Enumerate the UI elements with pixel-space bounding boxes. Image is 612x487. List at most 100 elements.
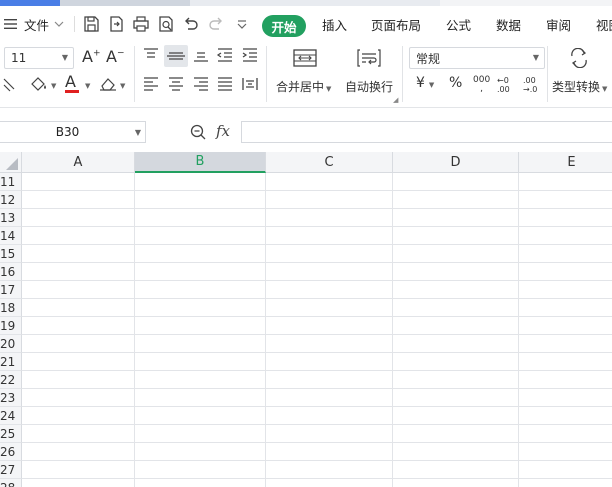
tab-review[interactable]: 审阅: [546, 6, 571, 42]
row-header[interactable]: 16: [0, 263, 22, 281]
row-gridline: [22, 352, 612, 353]
customize-toolbar-icon[interactable]: [233, 15, 251, 33]
row-header[interactable]: 18: [0, 299, 22, 317]
chevron-down-icon[interactable]: ▼: [120, 82, 125, 90]
formula-input[interactable]: [241, 121, 612, 143]
align-left-icon[interactable]: [142, 76, 160, 92]
redo-icon[interactable]: [207, 15, 225, 33]
type-convert-button[interactable]: 类型转换 ▼: [552, 78, 607, 95]
align-bottom-icon[interactable]: [192, 47, 210, 63]
column-header-b[interactable]: B: [135, 152, 266, 173]
row-header[interactable]: 23: [0, 389, 22, 407]
row-header[interactable]: 22: [0, 371, 22, 389]
select-all-icon: [6, 158, 18, 170]
align-top-icon[interactable]: [142, 47, 160, 63]
merge-center-button[interactable]: 合并居中 ▼: [276, 78, 331, 95]
column-header-e[interactable]: E: [519, 152, 612, 173]
save-icon[interactable]: [82, 15, 100, 33]
divider: [74, 16, 75, 32]
row-header[interactable]: 21: [0, 353, 22, 371]
tab-formulas[interactable]: 公式: [446, 6, 471, 42]
clear-format-icon[interactable]: [98, 76, 118, 92]
row-header[interactable]: 14: [0, 227, 22, 245]
row-header[interactable]: 27: [0, 461, 22, 479]
row-gridline: [22, 334, 612, 335]
number-format-value: 常规: [416, 51, 441, 66]
align-center-icon[interactable]: [167, 76, 185, 92]
wrap-text-button[interactable]: 自动换行: [345, 78, 393, 95]
chevron-down-icon: ▼: [532, 53, 539, 62]
tab-home[interactable]: 开始: [262, 15, 306, 37]
ribbon-toolbar: 11 ▼ A+ A− ▼ A ▼ ▼ 合并居中 ▼ 自动换行 ◢ 常规 ▼ ¥ …: [0, 42, 612, 108]
row-header[interactable]: 15: [0, 245, 22, 263]
row-gridline: [22, 388, 612, 389]
row-header[interactable]: 17: [0, 281, 22, 299]
increase-decimal-icon[interactable]: ←0.00: [497, 76, 510, 94]
align-middle-button[interactable]: [164, 45, 188, 67]
font-size-select[interactable]: 11 ▼: [4, 47, 74, 69]
wrap-text-icon[interactable]: [356, 48, 382, 68]
file-menu[interactable]: 文件: [4, 6, 64, 42]
print-icon[interactable]: [132, 15, 150, 33]
row-header[interactable]: 13: [0, 209, 22, 227]
percent-button[interactable]: %: [449, 75, 462, 91]
chevron-down-icon: ▼: [61, 53, 68, 62]
decrease-decimal-icon[interactable]: .00 →.0: [523, 76, 537, 94]
increase-indent-icon[interactable]: [241, 47, 259, 63]
print-preview-icon[interactable]: [157, 15, 175, 33]
font-size-value: 11: [11, 51, 27, 65]
tab-data[interactable]: 数据: [496, 6, 521, 42]
merge-center-icon[interactable]: [292, 48, 318, 68]
tab-view[interactable]: 视图: [596, 6, 612, 42]
currency-format-button[interactable]: ¥ ▼: [416, 75, 434, 91]
row-header[interactable]: 20: [0, 335, 22, 353]
align-right-icon[interactable]: [192, 76, 210, 92]
tab-page-layout[interactable]: 页面布局: [371, 6, 421, 42]
hamburger-icon: [4, 19, 17, 29]
border-icon[interactable]: [2, 75, 16, 93]
distributed-align-icon[interactable]: [241, 76, 259, 92]
thousands-separator-button[interactable]: 000,: [473, 76, 490, 94]
column-header-d[interactable]: D: [393, 152, 519, 173]
row-header[interactable]: 12: [0, 191, 22, 209]
decrease-font-icon[interactable]: A−: [106, 47, 125, 66]
chevron-down-icon[interactable]: ▼: [85, 82, 90, 90]
file-menu-label: 文件: [24, 17, 50, 33]
number-format-select[interactable]: 常规 ▼: [409, 47, 545, 69]
tab-insert[interactable]: 插入: [322, 6, 347, 42]
row-header[interactable]: 28: [0, 479, 22, 487]
spreadsheet-grid: A B C D E 11 12 13 14 15 16 17 18 19 20 21 22 23 24 25…: [0, 152, 612, 487]
row-gridline: [22, 406, 612, 407]
column-gridline: [134, 173, 135, 487]
row-header[interactable]: 19: [0, 317, 22, 335]
export-pdf-icon[interactable]: [107, 15, 125, 33]
name-box[interactable]: B30 ▼: [0, 121, 146, 143]
cell-reference: B30: [55, 125, 80, 139]
formula-bar: B30 ▼ fx: [0, 115, 612, 149]
align-middle-icon: [167, 52, 185, 60]
zoom-function-icon[interactable]: [189, 123, 207, 141]
undo-icon[interactable]: [182, 15, 200, 33]
column-gridline: [518, 173, 519, 487]
row-header[interactable]: 25: [0, 425, 22, 443]
type-convert-icon[interactable]: [568, 48, 590, 68]
chevron-down-icon: ▼: [326, 85, 332, 93]
decrease-indent-icon[interactable]: [216, 47, 234, 63]
merge-center-label: 合并居中: [276, 80, 325, 94]
alignment-settings-icon[interactable]: ◢: [393, 96, 398, 104]
chevron-down-icon[interactable]: ▼: [51, 82, 56, 90]
row-header[interactable]: 26: [0, 443, 22, 461]
column-header-a[interactable]: A: [22, 152, 135, 173]
select-all-corner[interactable]: [0, 152, 22, 173]
row-gridline: [22, 262, 612, 263]
font-color-icon[interactable]: A: [65, 72, 76, 91]
row-header[interactable]: 24: [0, 407, 22, 425]
insert-function-button[interactable]: fx: [216, 122, 230, 140]
column-header-c[interactable]: C: [266, 152, 393, 173]
increase-font-icon[interactable]: A+: [82, 47, 101, 66]
justify-icon[interactable]: [216, 76, 234, 92]
row-gridline: [22, 460, 612, 461]
thousands-icon: 000: [473, 75, 491, 85]
row-header[interactable]: 11: [0, 173, 22, 191]
fill-color-icon[interactable]: [29, 76, 49, 92]
